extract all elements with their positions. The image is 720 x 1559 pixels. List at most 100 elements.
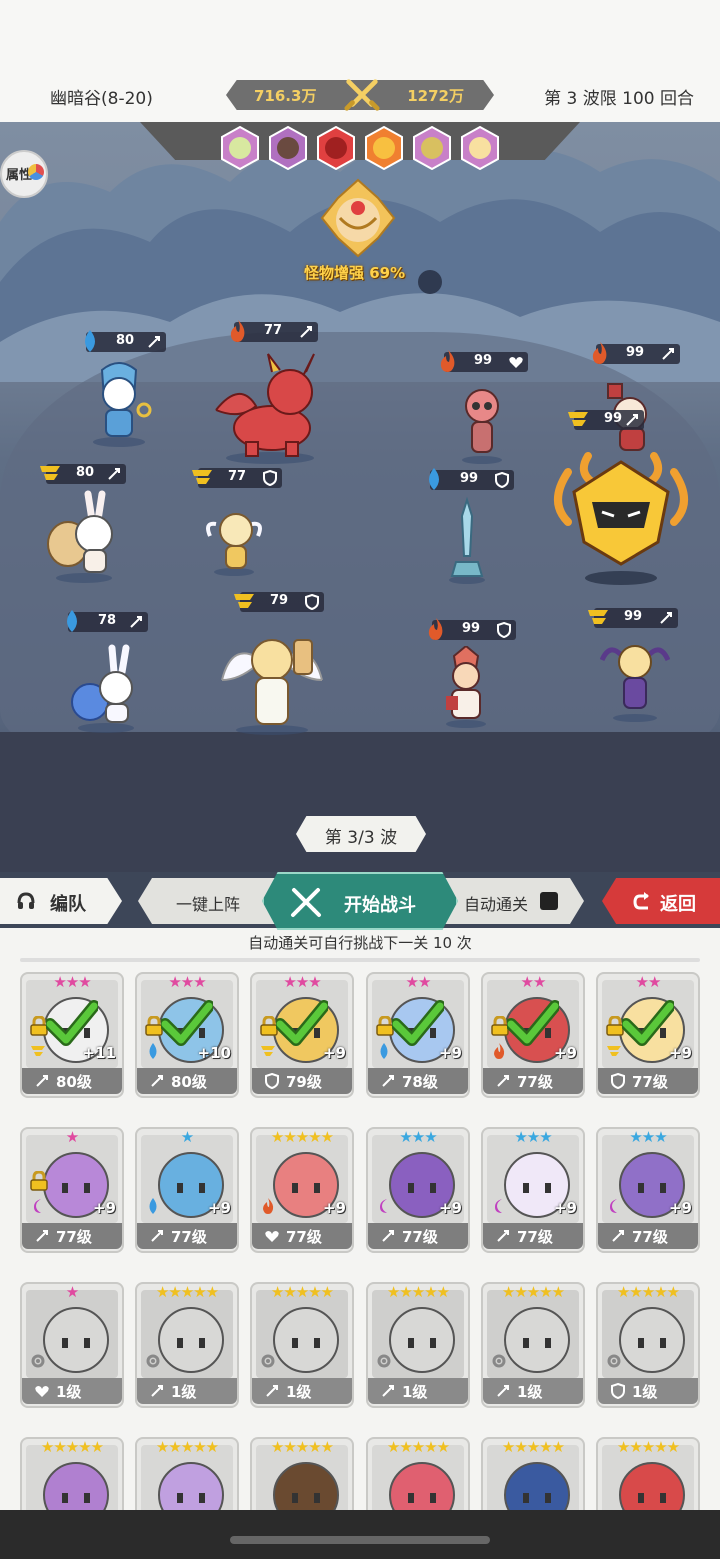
hero-card[interactable]: ★★★★★	[481, 1437, 585, 1510]
hero-card[interactable]: ★★★★★	[20, 1437, 124, 1510]
enemy-portrait[interactable]	[460, 125, 500, 171]
dark-element-icon	[34, 1199, 41, 1213]
hero-level: 77级	[56, 1228, 92, 1246]
sword-role-icon	[266, 1385, 278, 1397]
battlefield: 属性 怪物增强 69% 80 80 78 77 77 79 99 99 99 9…	[0, 122, 720, 872]
hero-level: 1级	[56, 1383, 82, 1401]
hero-card[interactable]: ★★★ +11 80级	[20, 972, 124, 1098]
hero-card[interactable]: ★★★★★ 1级	[596, 1282, 700, 1408]
shield-role-icon	[611, 1073, 625, 1089]
hero-card[interactable]: ★★★★★ 1级	[135, 1282, 239, 1408]
wind-element-icon	[192, 470, 212, 484]
team-button[interactable]: 编队	[0, 878, 122, 924]
ally-unit[interactable]: 79	[212, 592, 362, 742]
hero-card[interactable]: ★★★ +9 79级	[250, 972, 354, 1098]
crossed-swords-icon	[291, 888, 321, 917]
shield-role-icon	[263, 470, 277, 486]
angel-character-icon	[221, 639, 323, 735]
deployed-check-icon	[507, 1000, 559, 1046]
hero-card[interactable]: ★★★★★	[596, 1437, 700, 1510]
wind-element-icon	[261, 1046, 275, 1056]
start-battle-button[interactable]: 开始战斗	[262, 872, 458, 930]
stage-name: 幽暗谷(8-20)	[50, 89, 153, 109]
auto-deploy-button[interactable]: 一键上阵	[138, 878, 278, 924]
enemy-unit[interactable]: 99	[438, 348, 558, 468]
attribute-button[interactable]: 属性	[0, 150, 48, 198]
star-rating: ★★	[405, 973, 432, 991]
hero-card[interactable]: ★★★ +9 77级	[481, 1127, 585, 1253]
auto-clear-toggle[interactable]: 自动通关	[444, 878, 584, 924]
hero-card[interactable]: ★★★★★ 1级	[250, 1282, 354, 1408]
hero-card[interactable]: ★★★ +10 80级	[135, 972, 239, 1098]
water-element-icon	[429, 468, 439, 490]
unit-level: 99	[460, 471, 479, 486]
home-indicator[interactable]	[230, 1536, 490, 1544]
enemy-portrait[interactable]	[268, 125, 308, 171]
enemy-unit[interactable]: 99	[566, 408, 656, 438]
unit-level: 78	[98, 613, 117, 628]
hero-card[interactable]: ★ +9 77级	[135, 1127, 239, 1253]
unit-level: 77	[228, 469, 247, 484]
gear-icon	[261, 1354, 275, 1368]
ally-unit[interactable]: 80	[40, 460, 200, 590]
hero-level: 1级	[171, 1383, 197, 1401]
hero-level: 77级	[286, 1228, 322, 1246]
enemy-unit[interactable]: 99	[422, 466, 532, 586]
wind-element-icon	[234, 594, 254, 608]
team-label: 编队	[50, 894, 86, 915]
hero-level: 77级	[632, 1073, 668, 1091]
hero-card[interactable]: ★★★★★	[366, 1437, 470, 1510]
wave-limit: 第 3 波限 100 回合	[544, 89, 694, 109]
level-bar: 79级	[252, 1068, 352, 1094]
hero-card[interactable]: ★★★★★	[135, 1437, 239, 1510]
deployed-check-icon	[622, 1000, 674, 1046]
back-button[interactable]: 返回	[602, 878, 720, 924]
hero-card[interactable]: ★★★ +9 77级	[596, 1127, 700, 1253]
level-bar: 77级	[483, 1068, 583, 1094]
enemy-unit[interactable]: 99	[426, 616, 546, 746]
hero-card[interactable]: ★ +9 77级	[20, 1127, 124, 1253]
enemy-unit[interactable]: 99	[586, 602, 696, 732]
sun-boss-character-icon[interactable]	[548, 452, 694, 588]
hero-card[interactable]: ★★ +9 77级	[481, 972, 585, 1098]
enemy-portrait[interactable]	[316, 125, 356, 171]
ally-unit[interactable]: 77	[190, 466, 310, 586]
hero-card[interactable]: ★★★★★ 1级	[481, 1282, 585, 1408]
hero-card[interactable]: ★★★ +9 77级	[366, 1127, 470, 1253]
hero-card[interactable]: ★★★★★ 1级	[366, 1282, 470, 1408]
hero-card[interactable]: ★ 1级	[20, 1282, 124, 1408]
start-battle-label: 开始战斗	[344, 895, 416, 916]
enhance-level: +9	[668, 1044, 692, 1062]
hero-level: 77级	[517, 1073, 553, 1091]
sword-role-icon	[300, 326, 312, 338]
sword-role-icon	[130, 616, 142, 628]
fairy-character-icon	[206, 513, 262, 576]
ally-unit[interactable]: 77	[210, 320, 340, 472]
gear-icon	[492, 1354, 506, 1368]
hero-level: 80级	[56, 1073, 92, 1091]
return-arrow-icon	[633, 892, 649, 910]
shield-role-icon	[305, 594, 319, 610]
water-element-icon	[67, 610, 77, 632]
enhance-level: +9	[553, 1044, 577, 1062]
sword-role-icon	[382, 1230, 394, 1242]
auto-clear-checkbox[interactable]	[540, 892, 558, 910]
hero-card[interactable]: ★★ +9 77级	[596, 972, 700, 1098]
enemy-portrait[interactable]	[412, 125, 452, 171]
unit-level: 99	[462, 621, 481, 636]
unit-level: 99	[474, 353, 493, 368]
sword-role-icon	[382, 1075, 394, 1087]
enemy-portrait[interactable]	[364, 125, 404, 171]
hero-card[interactable]: ★★ +9 78级	[366, 972, 470, 1098]
top-bar: 幽暗谷(8-20) 716.3万 1272万 第 3 波限 100 回合	[0, 0, 720, 122]
hero-card[interactable]: ★★★★★	[250, 1437, 354, 1510]
dark-element-icon	[495, 1199, 502, 1213]
enemy-portrait[interactable]	[220, 125, 260, 171]
level-bar: 80级	[137, 1068, 237, 1094]
gear-icon	[31, 1354, 45, 1368]
ally-unit[interactable]: 78	[62, 608, 222, 738]
level-bar: 77级	[598, 1068, 698, 1094]
element-wheel-icon	[28, 164, 44, 180]
hero-level: 77级	[517, 1228, 553, 1246]
hero-card[interactable]: ★★★★★ +9 77级	[250, 1127, 354, 1253]
